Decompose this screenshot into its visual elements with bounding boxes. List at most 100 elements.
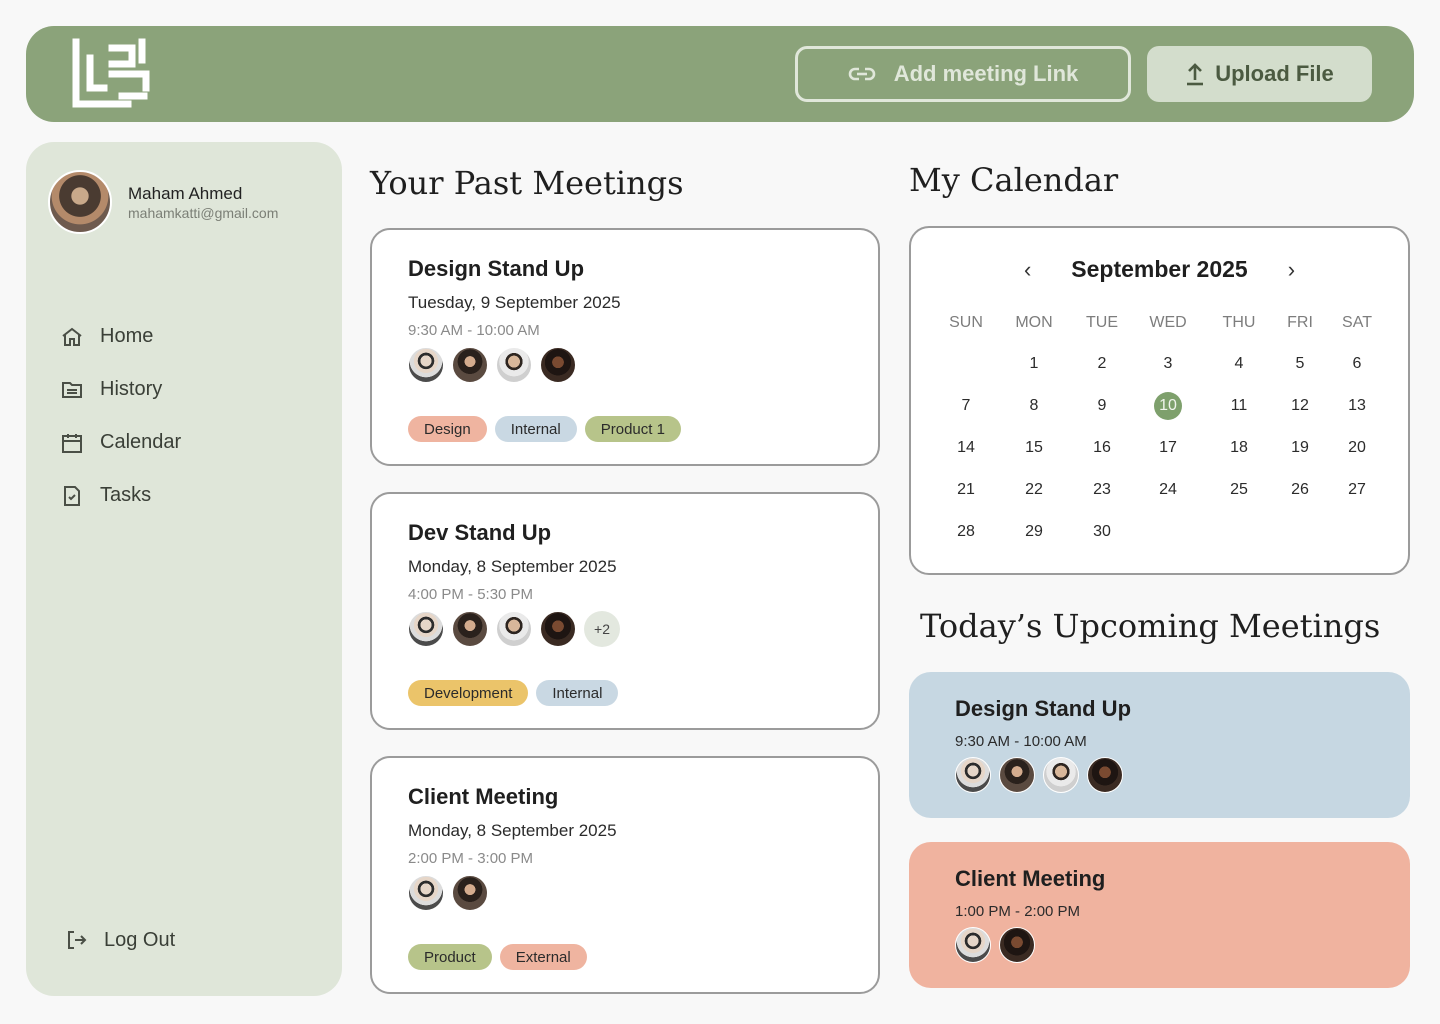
logout-icon <box>68 931 87 949</box>
attendee-avatar[interactable] <box>955 927 991 963</box>
calendar-weekday: TUE <box>1086 314 1118 331</box>
calendar-day[interactable]: 12 <box>1286 392 1314 420</box>
sidebar-item-label: Calendar <box>100 431 182 453</box>
tag-development[interactable]: Development <box>408 680 529 706</box>
attendee-avatar[interactable] <box>1087 757 1123 793</box>
calendar-day[interactable]: 20 <box>1343 434 1371 462</box>
tag-internal[interactable]: Internal <box>494 416 577 442</box>
past-meeting-card[interactable]: Client Meeting Monday, 8 September 2025 … <box>370 756 880 994</box>
calendar-day-today[interactable]: 10 <box>1154 392 1182 420</box>
logo-icon[interactable] <box>72 38 152 110</box>
task-file-icon <box>64 485 80 506</box>
calendar-day[interactable]: 15 <box>1020 434 1048 462</box>
calendar-header: ‹ September 2025 › <box>911 256 1408 283</box>
upcoming-meeting-card[interactable]: Design Stand Up 9:30 AM - 10:00 AM <box>909 672 1410 818</box>
prev-month-button[interactable]: ‹ <box>1024 257 1031 283</box>
attendee-avatar[interactable] <box>452 347 488 383</box>
calendar-day[interactable]: 9 <box>1088 392 1116 420</box>
attendee-avatar[interactable] <box>955 757 991 793</box>
calendar-day[interactable]: 13 <box>1343 392 1371 420</box>
next-month-button[interactable]: › <box>1288 257 1295 283</box>
meeting-time: 9:30 AM - 10:00 AM <box>955 733 1087 750</box>
tag-product[interactable]: Product <box>408 944 492 970</box>
calendar-day[interactable]: 26 <box>1286 476 1314 504</box>
attendee-avatar[interactable] <box>999 927 1035 963</box>
meeting-title: Client Meeting <box>408 784 559 809</box>
meeting-title: Dev Stand Up <box>408 520 552 545</box>
meeting-time: 2:00 PM - 3:00 PM <box>408 850 534 867</box>
attendee-avatar[interactable] <box>999 757 1035 793</box>
attendee-avatar[interactable] <box>452 875 488 911</box>
calendar-month: September 2025 <box>1071 256 1248 282</box>
calendar-day[interactable]: 19 <box>1286 434 1314 462</box>
attendee-avatar[interactable] <box>540 611 576 647</box>
attendee-avatar[interactable] <box>540 347 576 383</box>
calendar-day[interactable]: 23 <box>1088 476 1116 504</box>
calendar-day[interactable]: 2 <box>1088 350 1116 378</box>
attendee-avatar[interactable] <box>408 611 444 647</box>
calendar-weekday: MON <box>1015 314 1053 331</box>
upload-file-button[interactable]: Upload File <box>1147 46 1372 102</box>
attendee-avatars <box>408 347 576 383</box>
attendee-avatar[interactable] <box>496 611 532 647</box>
meeting-date: Tuesday, 9 September 2025 <box>408 293 621 312</box>
calendar-day[interactable]: 6 <box>1343 350 1371 378</box>
calendar-day[interactable]: 18 <box>1225 434 1253 462</box>
sidebar-item-label: Tasks <box>100 484 152 506</box>
calendar-day[interactable]: 8 <box>1020 392 1048 420</box>
sidebar-item-label: History <box>100 378 163 400</box>
calendar-day[interactable]: 24 <box>1154 476 1182 504</box>
meeting-time: 4:00 PM - 5:30 PM <box>408 586 534 603</box>
sidebar-item-home[interactable]: Home <box>60 310 181 363</box>
calendar-day[interactable]: 25 <box>1225 476 1253 504</box>
top-bar: Add meeting Link Upload File <box>26 26 1414 122</box>
calendar-day[interactable]: 21 <box>952 476 980 504</box>
add-meeting-link-label: Add meeting Link <box>893 61 1079 86</box>
calendar-day[interactable]: 22 <box>1020 476 1048 504</box>
calendar-day[interactable]: 30 <box>1088 518 1116 546</box>
calendar-day[interactable]: 27 <box>1343 476 1371 504</box>
calendar-day[interactable]: 5 <box>1286 350 1314 378</box>
calendar-day[interactable]: 28 <box>952 518 980 546</box>
calendar-day[interactable]: 1 <box>1020 350 1048 378</box>
attendee-avatar[interactable] <box>452 611 488 647</box>
tag-product-1[interactable]: Product 1 <box>584 416 681 442</box>
upcoming-meetings-title: Today’s Upcoming Meetings <box>920 607 1381 645</box>
calendar-day[interactable]: 29 <box>1020 518 1048 546</box>
calendar-day[interactable]: 14 <box>952 434 980 462</box>
meeting-time: 1:00 PM - 2:00 PM <box>955 903 1081 920</box>
attendee-avatar[interactable] <box>408 347 444 383</box>
calendar-day[interactable]: 3 <box>1154 350 1182 378</box>
attendee-avatar[interactable] <box>1043 757 1079 793</box>
calendar-day[interactable]: 4 <box>1225 350 1253 378</box>
sidebar-item-history[interactable]: History <box>60 363 181 416</box>
past-meeting-card[interactable]: Design Stand Up Tuesday, 9 September 202… <box>370 228 880 466</box>
calendar-weekday: THU <box>1222 314 1256 331</box>
add-meeting-link-button[interactable]: Add meeting Link <box>795 46 1131 102</box>
folder-icon <box>62 381 82 398</box>
tag-design[interactable]: Design <box>408 416 487 442</box>
calendar-day[interactable]: 17 <box>1154 434 1182 462</box>
sidebar-nav: Home History Calendar Tasks <box>60 310 181 522</box>
meeting-tags: Product External <box>408 944 587 970</box>
tag-external[interactable]: External <box>499 944 587 970</box>
upload-file-label: Upload File <box>1215 61 1334 86</box>
calendar-day[interactable]: 11 <box>1225 392 1253 420</box>
meeting-time: 9:30 AM - 10:00 AM <box>408 322 540 339</box>
attendee-avatar[interactable] <box>496 347 532 383</box>
sidebar: Maham Ahmed mahamkatti@gmail.com Home Hi… <box>26 142 342 996</box>
user-avatar[interactable] <box>48 170 112 234</box>
calendar-weekday: FRI <box>1287 314 1313 331</box>
sidebar-item-calendar[interactable]: Calendar <box>60 416 181 469</box>
calendar-day[interactable]: 16 <box>1088 434 1116 462</box>
link-icon <box>848 66 876 82</box>
calendar-day[interactable]: 7 <box>952 392 980 420</box>
meeting-title: Design Stand Up <box>955 696 1132 721</box>
past-meeting-card[interactable]: Dev Stand Up Monday, 8 September 2025 4:… <box>370 492 880 730</box>
attendee-avatar[interactable] <box>408 875 444 911</box>
upcoming-meeting-card[interactable]: Client Meeting 1:00 PM - 2:00 PM <box>909 842 1410 988</box>
tag-internal[interactable]: Internal <box>536 680 619 706</box>
more-attendees-badge[interactable]: +2 <box>584 611 620 647</box>
sidebar-item-tasks[interactable]: Tasks <box>60 469 181 522</box>
logout-button[interactable]: Log Out <box>64 928 175 952</box>
